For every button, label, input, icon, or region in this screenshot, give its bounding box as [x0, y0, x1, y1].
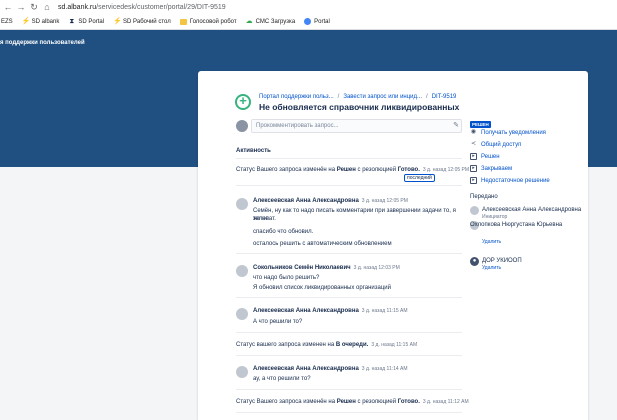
comment-text: что надо было решить?	[253, 275, 320, 281]
bookmark-sd-portal[interactable]: ⧗ SD Portal	[68, 18, 104, 25]
timestamp: 3 д. назад 11:15 AM	[371, 342, 418, 348]
share-action[interactable]: ≺ Общий доступ	[470, 141, 521, 148]
divider	[236, 355, 462, 356]
cloud-icon: ☁	[245, 18, 253, 25]
avatar	[236, 366, 248, 378]
bookmark-sms-upload[interactable]: ☁ СМС Загрузка	[246, 18, 296, 25]
comment-input[interactable]: Прокомментировать запрос...	[251, 119, 462, 133]
transition-close-action[interactable]: ▸ Закрываем	[470, 165, 512, 172]
avatar	[470, 206, 479, 215]
folder-icon	[179, 18, 187, 25]
timestamp: 3 д. назад 12:03 PM	[353, 265, 400, 271]
breadcrumb-request-type[interactable]: Завести запрос или инцид...	[343, 94, 422, 100]
share-icon: ≺	[470, 141, 477, 147]
request-type-plus-icon: +	[235, 94, 251, 110]
transition-resolved-action[interactable]: ▸ Решен	[470, 153, 500, 160]
forward-arrow-icon[interactable]: →	[16, 2, 26, 12]
status-change-item: Статус Вашего запроса изменён на Решен с…	[236, 399, 469, 405]
url-text[interactable]: sd.albank.ru/servicedesk/customer/portal…	[58, 4, 226, 11]
bookmark-sd-desktop[interactable]: ⚡ SD Рабочий стол	[113, 18, 171, 25]
avatar	[236, 198, 248, 210]
globe-icon	[304, 18, 312, 25]
checkbox-icon: ▸	[470, 165, 477, 172]
home-icon[interactable]: ⌂	[42, 2, 52, 12]
eye-icon: ◉	[470, 129, 477, 135]
status-change-item: Статус вашего запроса изменен на В очере…	[236, 342, 418, 348]
breadcrumb-separator: /	[426, 94, 428, 100]
avatar	[236, 308, 248, 320]
divider	[236, 389, 462, 390]
bookmark-voice-robot[interactable]: Голосовой робот	[179, 18, 237, 25]
avatar	[236, 265, 248, 277]
participant-role: Инициатор	[482, 214, 508, 220]
participant-name: Охлопкова Нюргустана Юрьевна	[470, 222, 563, 228]
breadcrumb-separator: /	[337, 94, 340, 100]
bookmarks-bar: EZS ⚡ SD albank ⧗ SD Portal ⚡ SD Рабочий ст…	[0, 14, 617, 30]
breadcrumb: Портал поддержки польз... / Завести запрос…	[259, 94, 456, 100]
comment-composer: Прокомментировать запрос... ✎	[236, 119, 462, 133]
comment-placeholder: Прокомментировать запрос...	[256, 123, 339, 129]
latest-badge: последний	[404, 174, 435, 182]
checkbox-icon: ▸	[470, 153, 477, 160]
bookmark-portal[interactable]: Portal	[304, 18, 330, 25]
bookmark-ezs[interactable]: EZS	[1, 19, 13, 25]
participant-name: Алексеевская Анна Александровна	[482, 207, 582, 213]
comment-text: телепат.	[253, 216, 276, 222]
lightning-icon: ⚡	[113, 18, 122, 25]
breadcrumb-issue-key[interactable]: DIT-9519	[432, 94, 457, 100]
remove-participant-link[interactable]: Удалить	[482, 265, 501, 271]
request-card: + Портал поддержки польз... / Завести запр…	[198, 71, 588, 420]
comment-author[interactable]: Сокольников Семён Николаевич	[253, 265, 351, 271]
lightning-icon: ⚡	[21, 18, 31, 25]
back-arrow-icon[interactable]: ←	[3, 2, 13, 12]
paperclip-icon[interactable]: ✎	[453, 121, 459, 129]
avatar	[236, 120, 248, 132]
breadcrumb-portal[interactable]: Портал поддержки польз...	[259, 94, 334, 100]
activity-heading: Активность	[236, 148, 271, 154]
address-bar: ← → ↻ ⌂ sd.albank.ru/servicedesk/custome…	[0, 0, 617, 14]
user-icon: ●	[470, 257, 479, 266]
comment-text: Семён, ну как то надо писать комментарии…	[253, 208, 456, 222]
comment-header: Алексеевская Анна Александровна 3 д. наза…	[253, 366, 408, 372]
comment-header: Алексеевская Анна Александровна 3 д. наза…	[253, 308, 408, 314]
timestamp: 3 д. назад 11:12 AM	[422, 399, 469, 405]
timestamp: 3 д. назад 11:15 AM	[361, 308, 408, 314]
divider	[236, 412, 462, 413]
portal-title[interactable]: я поддержки пользователей	[0, 40, 85, 46]
hourglass-icon: ⧗	[69, 18, 75, 25]
divider	[236, 158, 462, 159]
timestamp: 3 д. назад 11:14 AM	[361, 366, 408, 372]
comment-header: Сокольников Семён Николаевич 3 д. назад 1…	[253, 265, 400, 271]
comment-header: Алексеевская Анна Александровна 3 д. наза…	[253, 198, 408, 204]
comment-text: спасибо что обновил.	[253, 229, 314, 235]
divider	[236, 185, 462, 186]
comment-text: Я обновил список ликвидированных организ…	[253, 285, 391, 291]
comment-author[interactable]: Алексеевская Анна Александровна	[253, 366, 359, 372]
status-change-item: Статус Вашего запроса изменён на Решен с…	[236, 167, 470, 173]
divider	[236, 253, 462, 254]
watch-notifications-action[interactable]: ◉ Получать уведомления	[470, 129, 546, 136]
timestamp: 3 д. назад 12:05 PM	[361, 198, 408, 204]
timestamp: 3 д. назад 12:05 PM	[422, 167, 470, 173]
checkbox-icon: ▸	[470, 177, 477, 184]
remove-participant-link[interactable]: Удалить	[482, 239, 501, 245]
bookmark-sd-albank[interactable]: ⚡ SD albank	[22, 18, 60, 25]
comment-text: осталось решить с автоматическим обновле…	[253, 241, 392, 247]
shared-with-heading: Передано	[470, 194, 498, 200]
comment-text: ау, а что решили то?	[253, 376, 311, 382]
comment-author[interactable]: Алексеевская Анна Александровна	[253, 198, 359, 204]
comment-text: А что решили то?	[253, 319, 303, 325]
participant-name: ДОР УКИООП	[482, 258, 522, 264]
divider	[236, 332, 462, 333]
transition-insufficient-action[interactable]: ▸ Недостаточное решение	[470, 177, 550, 184]
divider	[236, 297, 462, 298]
request-title: Не обновляется справочник ликвидированны…	[259, 102, 460, 112]
status-badge: РЕШЕН	[470, 121, 491, 128]
reload-icon[interactable]: ↻	[29, 2, 39, 13]
comment-author[interactable]: Алексеевская Анна Александровна	[253, 308, 359, 314]
